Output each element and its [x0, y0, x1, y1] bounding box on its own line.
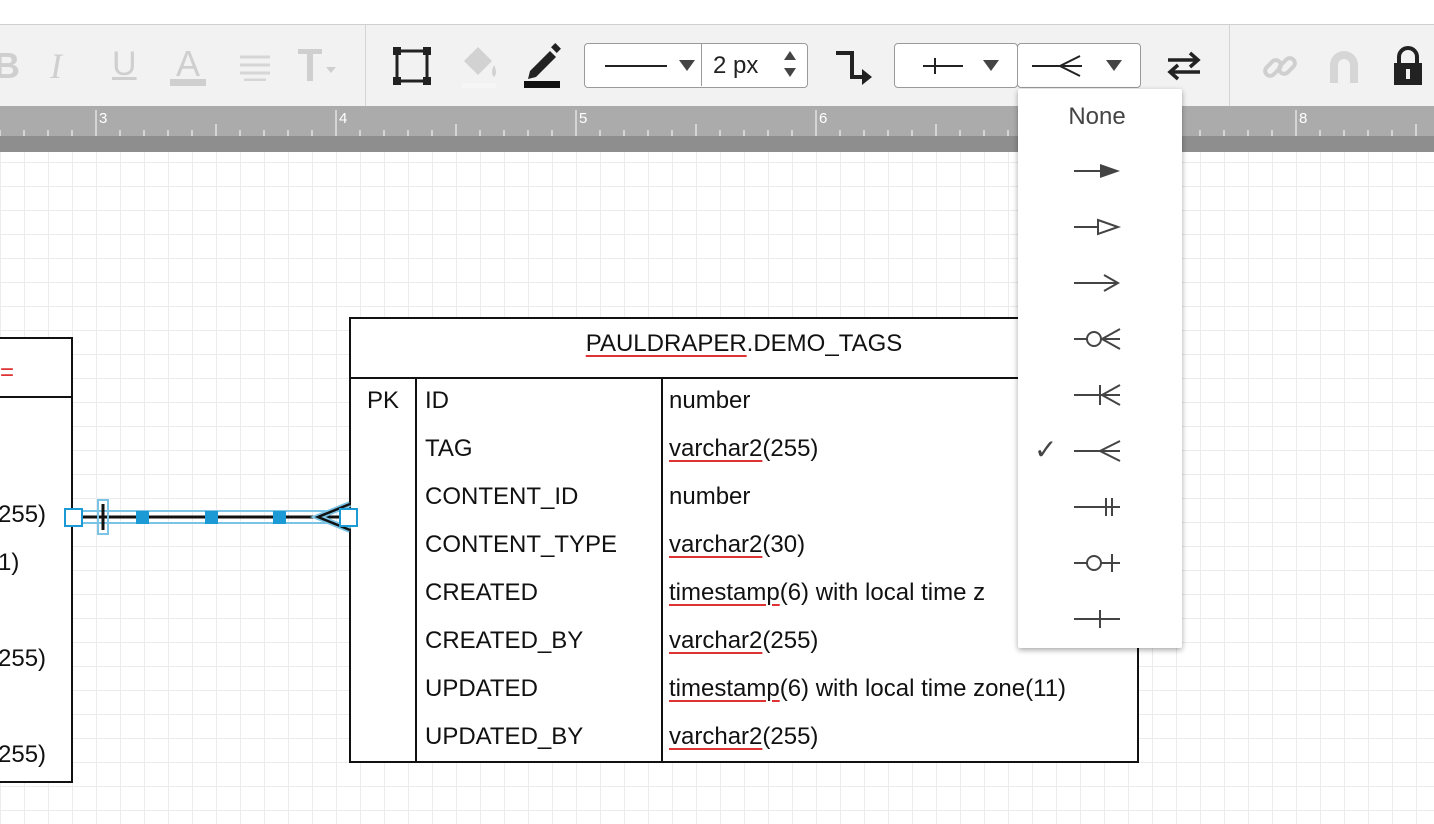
type-name: timestamp [669, 579, 780, 606]
type-name: varchar2 [669, 627, 763, 654]
column-name: ID [425, 387, 449, 414]
line-end-select[interactable] [1017, 43, 1141, 88]
left-table-cell: 1) [0, 549, 20, 576]
column-type: number [669, 387, 750, 415]
line-width-value[interactable]: 2 px [713, 52, 758, 80]
column-type: timestamp(6) with local time z [669, 579, 985, 607]
ruler-label: 3 [99, 110, 107, 127]
column-name: CREATED [425, 579, 538, 606]
column-name: CREATED_BY [425, 627, 584, 654]
check-icon: ✓ [1034, 433, 1058, 466]
column-name: UPDATED_BY [425, 723, 584, 750]
connector-handle[interactable] [205, 511, 218, 524]
type-name: varchar2 [669, 531, 763, 558]
line-end-dropdown: None ✓ [1018, 89, 1182, 648]
type-args: number [669, 483, 751, 510]
option-many[interactable]: ✓ [1018, 423, 1182, 479]
horizontal-ruler: 3 4 5 6 8 [0, 106, 1434, 152]
column-type: varchar2(255) [669, 627, 818, 655]
left-table[interactable]: = 255) 1) 255) 255) [0, 337, 73, 783]
type-name: varchar2 [669, 723, 763, 750]
swap-icon[interactable] [1166, 51, 1202, 81]
separator [365, 25, 366, 106]
column-name: CONTENT_ID [425, 483, 579, 510]
stepper-down-icon[interactable] [784, 68, 796, 77]
line-color-icon[interactable] [522, 41, 562, 89]
connector-handle[interactable] [273, 511, 286, 524]
column-type: timestamp(6) with local time zone(11) [669, 675, 1066, 703]
option-none[interactable]: None [1018, 103, 1176, 131]
magnet-icon[interactable] [1326, 49, 1362, 85]
option-line-arrow[interactable] [1018, 255, 1182, 311]
type-args: (6) with local time z [779, 579, 986, 606]
option-filled-arrow[interactable] [1018, 143, 1182, 199]
link-icon[interactable] [1260, 49, 1300, 85]
text-size-icon[interactable] [298, 47, 338, 83]
option-zero-or-one[interactable] [1018, 535, 1182, 591]
column-name: UPDATED [425, 675, 538, 702]
line-start-select[interactable] [894, 43, 1018, 88]
type-args: (30) [762, 531, 806, 558]
toolbar: B I U A 2 px [0, 25, 1434, 106]
option-one-or-many[interactable] [1018, 367, 1182, 423]
type-args: number [669, 387, 751, 414]
shape-outline-icon[interactable] [393, 47, 431, 85]
ruler-label: 8 [1299, 110, 1307, 127]
left-table-cell: 255) [0, 501, 47, 528]
window-top-strip [0, 0, 1434, 25]
column-type: varchar2(255) [669, 723, 818, 751]
separator [1229, 25, 1230, 106]
type-name: timestamp [669, 675, 780, 702]
bold-icon[interactable]: B [0, 45, 20, 87]
option-zero-or-many[interactable] [1018, 311, 1182, 367]
left-table-cell: 255) [0, 645, 47, 672]
connector-handle[interactable] [339, 508, 358, 527]
column-type: varchar2(30) [669, 531, 805, 559]
table-name: .DEMO_TAGS [746, 330, 903, 357]
font-color-icon[interactable]: A [170, 43, 206, 89]
column-name: CONTENT_TYPE [425, 531, 618, 558]
type-args: (255) [762, 627, 819, 654]
column-type: number [669, 483, 750, 511]
left-table-cell: 255) [0, 741, 47, 768]
stepper-up-icon[interactable] [784, 51, 796, 60]
left-table-title: = [0, 359, 15, 386]
lock-icon[interactable] [1392, 45, 1424, 87]
type-args: (255) [762, 435, 819, 462]
fill-color-icon[interactable] [458, 43, 502, 91]
ruler-label: 6 [819, 110, 827, 127]
option-one[interactable] [1018, 591, 1182, 647]
chevron-down-icon [1106, 60, 1122, 71]
diagram-canvas[interactable]: = 255) 1) 255) 255) PAULDRAPER.DEMO_TAGS… [0, 152, 1434, 824]
option-one-mandatory[interactable] [1018, 479, 1182, 535]
ruler-label: 4 [339, 110, 347, 127]
relationship-connector[interactable] [60, 492, 370, 552]
type-args: (6) with local time zone(11) [779, 675, 1067, 702]
chevron-down-icon [679, 60, 695, 71]
underline-icon[interactable]: U [112, 45, 137, 84]
ruler-label: 5 [579, 110, 587, 127]
column-name: TAG [425, 435, 473, 462]
option-open-triangle[interactable] [1018, 199, 1182, 255]
connector-handle[interactable] [64, 508, 83, 527]
column-type: varchar2(255) [669, 435, 818, 463]
table-owner: PAULDRAPER [585, 330, 747, 357]
pk-label: PK [367, 387, 400, 414]
waypoints-icon[interactable] [834, 47, 874, 87]
connector-handle[interactable] [136, 511, 149, 524]
italic-icon[interactable]: I [50, 45, 62, 87]
line-style-select[interactable]: 2 px [584, 43, 808, 88]
type-args: (255) [762, 723, 819, 750]
align-icon[interactable] [240, 53, 270, 82]
type-name: varchar2 [669, 435, 763, 462]
chevron-down-icon [983, 60, 999, 71]
